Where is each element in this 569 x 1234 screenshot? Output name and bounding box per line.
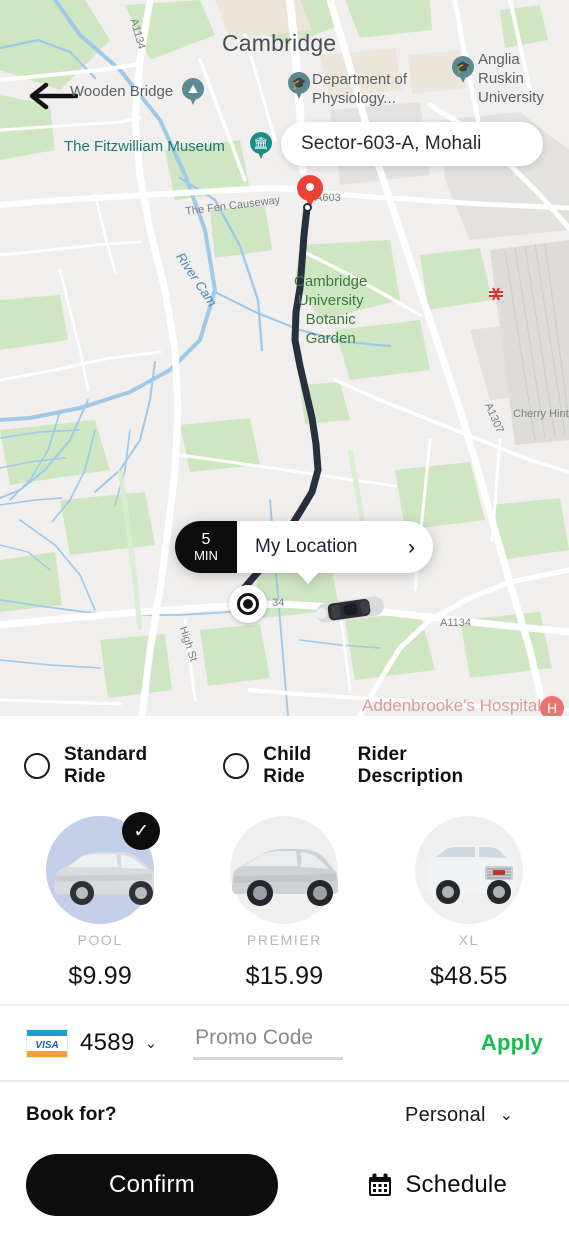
radio-child-ride[interactable]: Child Ride [223, 744, 357, 788]
book-for-value: Personal [405, 1103, 486, 1126]
hospital-pin-icon: H [540, 696, 564, 716]
destination-address-text: Sector-603-A, Mohali [301, 133, 482, 154]
card-last4: 4589 [80, 1029, 135, 1056]
svg-text:VISA: VISA [35, 1040, 58, 1051]
my-location-label: My Location [255, 536, 358, 557]
vehicle-avatar-xl[interactable] [414, 816, 523, 924]
vehicle-options: ✓ POOL $9.99 PREMIER $15.99 XL $48.55 [0, 812, 569, 1004]
museum-pin-icon: 🏛 [250, 132, 272, 160]
chevron-right-icon[interactable]: › [408, 537, 415, 558]
anglia-pin-icon: 🎓 [452, 56, 474, 84]
book-for-label: Book for? [26, 1104, 117, 1125]
book-for-row: Book for? Personal ⌄ [0, 1082, 569, 1148]
map-view[interactable]: Cambridge Wooden Bridge ⛰ Department of … [0, 0, 569, 716]
rider-description-label[interactable]: Rider Description [358, 744, 545, 788]
radio-circle-icon[interactable] [223, 753, 250, 779]
ride-booking-screen: Cambridge Wooden Bridge ⛰ Department of … [0, 0, 569, 1234]
calendar-icon [367, 1172, 393, 1198]
bridge-pin-icon: ⛰ [182, 78, 204, 106]
visa-card-icon: VISA [25, 1028, 69, 1058]
vehicle-avatar-premier[interactable] [230, 816, 339, 924]
vehicle-name-xl: XL [458, 932, 479, 948]
vehicle-option-premier[interactable]: PREMIER $15.99 [192, 816, 376, 1004]
booking-sheet: Standard Ride Child Ride Rider Descripti… [0, 716, 569, 1234]
action-row: Confirm Schedule [0, 1148, 569, 1216]
vehicle-option-xl[interactable]: XL $48.55 [377, 816, 561, 1004]
xl-suv-icon [426, 845, 517, 904]
confirm-button[interactable]: Confirm [26, 1154, 278, 1216]
chevron-down-icon[interactable]: ⌄ [500, 1105, 513, 1125]
vehicle-selected-check-icon: ✓ [122, 812, 161, 850]
driver-car-icon [314, 592, 386, 626]
radio-circle-icon[interactable] [24, 753, 50, 779]
vehicle-price-xl: $48.55 [429, 962, 508, 990]
eta-badge: 5 MIN [175, 521, 237, 573]
radio-standard-ride[interactable]: Standard Ride [24, 744, 193, 788]
back-arrow-icon[interactable] [26, 80, 79, 112]
radio-standard-ride-label: Standard Ride [64, 744, 148, 787]
university-pin-icon: 🎓 [288, 72, 310, 100]
chevron-down-icon[interactable]: ⌄ [145, 1034, 158, 1052]
vehicle-avatar-pool[interactable]: ✓ [46, 812, 161, 924]
payment-row: VISA 4589 ⌄ Apply [0, 1006, 569, 1080]
radio-child-ride-label: Child Ride [263, 744, 312, 787]
promo-code-wrap [193, 1026, 344, 1060]
promo-code-input[interactable] [193, 1026, 344, 1060]
premier-car-icon [232, 849, 339, 906]
schedule-button[interactable]: Schedule [367, 1171, 543, 1199]
book-for-selector[interactable]: Personal ⌄ [405, 1104, 543, 1127]
vehicle-price-premier: $15.99 [245, 962, 324, 990]
apply-promo-button[interactable]: Apply [481, 1030, 543, 1056]
vehicle-option-pool[interactable]: ✓ POOL $9.99 [8, 812, 192, 1004]
my-location-body[interactable]: My Location › [237, 521, 433, 584]
callout-tail [297, 572, 319, 584]
my-location-callout[interactable]: 5 MIN My Location › [175, 521, 433, 584]
ride-type-row: Standard Ride Child Ride Rider Descripti… [0, 716, 569, 816]
schedule-label: Schedule [405, 1171, 507, 1198]
vehicle-name-premier: PREMIER [246, 932, 322, 948]
origin-marker-icon [229, 585, 267, 623]
eta-unit: MIN [194, 547, 218, 563]
vehicle-name-pool: POOL [77, 932, 123, 948]
destination-address-field[interactable]: Sector-603-A, Mohali [281, 122, 543, 166]
map-canvas [0, 0, 569, 716]
eta-value: 5 [201, 530, 211, 548]
destination-dot-icon [303, 203, 312, 212]
vehicle-price-pool: $9.99 [68, 962, 132, 990]
